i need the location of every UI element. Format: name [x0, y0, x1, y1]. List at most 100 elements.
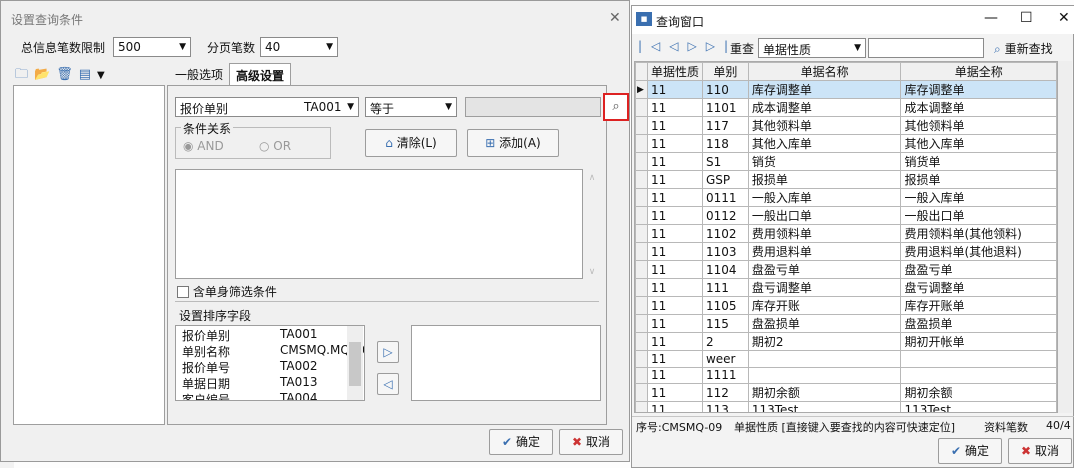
or-radio[interactable]: ○ OR: [259, 139, 291, 153]
table-cell: 其他领料单: [747, 116, 902, 135]
cancel-button[interactable]: ✖ 取消: [1008, 438, 1072, 464]
add-label: 添加(A): [499, 136, 541, 150]
table-row[interactable]: 11 1101 成本调整单 成本调整单: [635, 98, 1057, 117]
search-icon: ⌕: [994, 42, 1001, 56]
close-icon[interactable]: ✕: [609, 10, 621, 26]
ok-label: 确定: [964, 444, 989, 458]
tab-advanced[interactable]: 高级设置: [229, 63, 292, 85]
table-row[interactable]: 11 1103 费用退料单 费用退料单(其他退料): [635, 242, 1057, 261]
column-header[interactable]: 单据名称: [747, 62, 902, 81]
add-button[interactable]: ⊞ 添加(A): [467, 129, 559, 157]
field-select[interactable]: 单据性质 ▼: [758, 38, 866, 58]
tab-general[interactable]: 一般选项: [169, 63, 229, 85]
clear-button[interactable]: ⌂ 清除(L): [365, 129, 457, 157]
sort-field-item[interactable]: 单别名称 CMSMQ.MQ00: [176, 342, 364, 359]
requery-button[interactable]: ⌕ 重新查找: [994, 40, 1053, 57]
field-select[interactable]: 报价单别 TA001 ▼: [175, 97, 359, 117]
table-cell: 111: [701, 278, 749, 297]
selected-sort-list[interactable]: [411, 325, 601, 401]
sort-field-list[interactable]: 报价单别 TA001 单别名称 CMSMQ.MQ00 报价单号 TA002 单据日期 TA01…: [175, 325, 365, 401]
column-header[interactable]: 单别: [701, 62, 749, 81]
table-cell: 11: [646, 152, 703, 171]
cancel-button[interactable]: ✖ 取消: [559, 429, 623, 455]
table-row[interactable]: 11 0111 一般入库单 一般入库单: [635, 188, 1057, 207]
table-row[interactable]: 11 2 期初2 期初开帐单: [635, 332, 1057, 351]
operator-select[interactable]: 等于 ▼: [365, 97, 457, 117]
sort-field-name: 客户编号: [182, 393, 231, 401]
include-body-checkbox[interactable]: 含单身筛选条件: [177, 283, 277, 300]
table-row[interactable]: 11 112 期初余额 期初余额: [635, 383, 1057, 402]
table-row[interactable]: 11 1105 库存开账 库存开账单: [635, 296, 1057, 315]
condition-tree-panel[interactable]: [13, 85, 165, 425]
value-lookup-icon[interactable]: ⌕: [603, 93, 629, 121]
prev-icon[interactable]: ◁: [669, 39, 687, 53]
sort-field-item[interactable]: 报价单别 TA001: [176, 326, 364, 343]
row-indicator: [635, 206, 648, 225]
table-row[interactable]: 11 1111: [635, 366, 1057, 384]
table-row[interactable]: 11 1104 盘盈亏单 盘盈亏单: [635, 260, 1057, 279]
table-cell: 1102: [701, 224, 749, 243]
table-row[interactable]: ▶ 11 110 库存调整单 库存调整单: [635, 80, 1057, 99]
table-cell: 11: [646, 350, 703, 368]
table-row[interactable]: 11 113 113Test 113Test: [635, 401, 1057, 412]
row-indicator: [635, 260, 648, 279]
move-left-button[interactable]: ◁: [377, 373, 399, 395]
clear-icon: ⌂: [385, 136, 393, 150]
folder-icon[interactable]: 📂: [34, 67, 56, 82]
column-header[interactable]: 单据全称: [900, 62, 1057, 81]
row-indicator: [635, 383, 648, 402]
sort-field-item[interactable]: 单据日期 TA013: [176, 374, 364, 391]
total-limit-select[interactable]: 500 ▼: [113, 37, 191, 57]
page-size-select[interactable]: 40 ▼: [260, 37, 338, 57]
table-row[interactable]: 11 117 其他领料单 其他领料单: [635, 116, 1057, 135]
table-row[interactable]: 11 weer: [635, 350, 1057, 368]
first-icon[interactable]: |◁: [638, 39, 669, 53]
ok-button[interactable]: ✔ 确定: [938, 438, 1002, 464]
table-row[interactable]: 11 118 其他入库单 其他入库单: [635, 134, 1057, 153]
next-icon[interactable]: ▷: [688, 39, 706, 53]
sort-field-item[interactable]: 报价单号 TA002: [176, 358, 364, 375]
table-row[interactable]: 11 0112 一般出口单 一般出口单: [635, 206, 1057, 225]
sort-field-item[interactable]: 客户编号 TA004: [176, 390, 364, 401]
condition-list[interactable]: [175, 169, 583, 279]
table-cell: 盘盈损单: [900, 314, 1057, 333]
condition-scrollbar[interactable]: ∧ ∨: [585, 169, 599, 279]
search-input[interactable]: [868, 38, 984, 58]
table-cell: 报损单: [747, 170, 902, 189]
check-icon: ✔: [502, 435, 513, 449]
table-row[interactable]: 11 115 盘盈损单 盘盈损单: [635, 314, 1057, 333]
row-indicator: [635, 116, 648, 135]
and-radio[interactable]: ◉ AND: [183, 139, 224, 153]
nav-toolbar: |◁◁▷▷|: [638, 39, 737, 53]
minimize-icon[interactable]: —: [984, 10, 998, 26]
column-header[interactable]: 单据性质: [646, 62, 703, 81]
table-row[interactable]: 11 S1 销货 销货单: [635, 152, 1057, 171]
table-cell: 112: [701, 383, 749, 402]
value-input[interactable]: [465, 97, 601, 117]
table-row[interactable]: 11 GSP 报损单 报损单: [635, 170, 1057, 189]
list-icon[interactable]: ▤: [79, 67, 97, 82]
maximize-icon[interactable]: ☐: [1020, 10, 1033, 26]
table-cell: 11: [646, 278, 703, 297]
grid-scrollbar[interactable]: [1058, 61, 1072, 413]
table-cell: 11: [646, 260, 703, 279]
table-cell: 报损单: [900, 170, 1057, 189]
close-icon[interactable]: ✕: [1058, 10, 1070, 26]
table-cell: 118: [701, 134, 749, 153]
open-folder-icon[interactable]: 🗀: [15, 67, 34, 82]
table-row[interactable]: 11 1102 费用领料单 费用领料单(其他领料): [635, 224, 1057, 243]
ok-button[interactable]: ✔ 确定: [489, 429, 553, 455]
sort-list-scrollbar[interactable]: [347, 326, 363, 400]
move-right-button[interactable]: ▷: [377, 341, 399, 363]
table-row[interactable]: 11 111 盘亏调整单 盘亏调整单: [635, 278, 1057, 297]
row-indicator: [635, 366, 648, 384]
status-divider: [632, 416, 1074, 417]
cancel-icon: ✖: [572, 435, 583, 449]
chevron-down-icon[interactable]: ▼: [97, 70, 111, 81]
page-size-label: 分页笔数: [207, 41, 256, 55]
table-cell: 期初余额: [747, 383, 902, 402]
table-cell: GSP: [701, 170, 749, 189]
dialog-title: 设置查询条件: [11, 13, 84, 27]
delete-icon[interactable]: 🗑: [56, 67, 79, 82]
table-cell: 11: [646, 188, 703, 207]
